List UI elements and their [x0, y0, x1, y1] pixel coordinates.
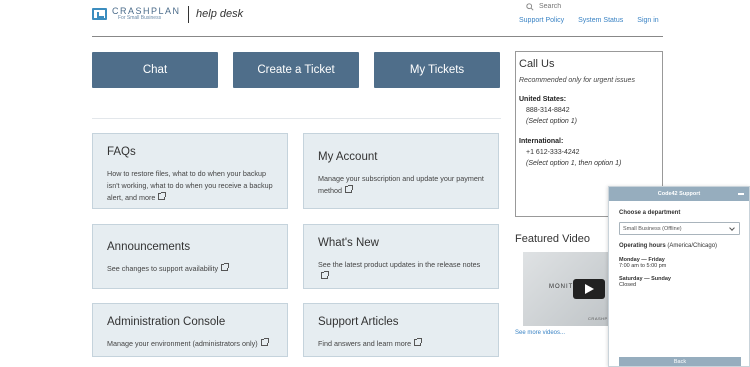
sign-in-link[interactable]: Sign in — [637, 17, 658, 24]
card-title: Administration Console — [107, 316, 226, 328]
see-more-videos-link[interactable]: See more videos... — [515, 330, 565, 336]
system-status-link[interactable]: System Status — [578, 17, 623, 24]
hours-label: Operating hours — [619, 243, 666, 249]
help-desk-label: help desk — [196, 8, 244, 20]
search-icon — [526, 2, 534, 11]
international-phone-number[interactable]: +1 612-333-4242 — [526, 147, 659, 158]
crashplan-logo[interactable]: CRASHPLAN For Small Business help desk — [92, 5, 243, 23]
department-label: Choose a department — [619, 210, 681, 216]
my-tickets-button[interactable]: My Tickets — [374, 52, 500, 88]
external-link-icon — [221, 263, 230, 271]
weekend-hours: Closed — [619, 282, 637, 288]
featured-video-title: Featured Video — [515, 233, 591, 245]
card-faqs[interactable]: FAQs How to restore files, what to do wh… — [92, 133, 288, 209]
support-chat-widget: Code42 Support Choose a department Small… — [608, 186, 750, 367]
search-box[interactable] — [516, 0, 662, 13]
play-icon[interactable] — [573, 279, 605, 299]
department-value: Small Business (Offline) — [623, 225, 682, 232]
external-link-icon — [414, 338, 423, 346]
crashplan-logo-icon — [92, 8, 107, 20]
minimize-icon[interactable] — [738, 193, 744, 195]
call-us-title: Call Us — [519, 58, 555, 70]
card-my-account[interactable]: My Account Manage your subscription and … — [303, 133, 499, 209]
external-link-icon — [344, 185, 353, 193]
widget-header[interactable]: Code42 Support — [609, 187, 749, 201]
external-link-icon — [260, 338, 269, 346]
header-links: Support Policy System Status Sign in — [519, 17, 659, 24]
card-description: See the latest product updates in the re… — [318, 260, 481, 269]
international-label: International: — [519, 138, 564, 145]
back-button[interactable]: Back — [619, 357, 741, 366]
card-whats-new[interactable]: What's New See the latest product update… — [303, 224, 499, 289]
logo-subtitle: For Small Business — [118, 15, 162, 21]
external-link-icon — [158, 192, 167, 200]
card-support-articles[interactable]: Support Articles Find answers and learn … — [303, 303, 499, 357]
support-policy-link[interactable]: Support Policy — [519, 17, 564, 24]
header-divider — [92, 36, 663, 37]
card-announcements[interactable]: Announcements See changes to support ava… — [92, 224, 288, 289]
international-option: (Select option 1, then option 1) — [526, 160, 622, 167]
card-title: My Account — [318, 151, 378, 163]
create-ticket-button[interactable]: Create a Ticket — [233, 52, 359, 88]
card-description: How to restore files, what to do when yo… — [107, 169, 273, 202]
card-description: Find answers and learn more — [318, 339, 412, 348]
chevron-down-icon — [729, 225, 735, 231]
search-input[interactable] — [539, 3, 649, 10]
card-title: Support Articles — [318, 316, 399, 328]
card-description: See changes to support availability — [107, 264, 219, 273]
card-title: What's New — [318, 237, 379, 249]
us-option: (Select option 1) — [526, 118, 577, 125]
card-administration-console[interactable]: Administration Console Manage your envir… — [92, 303, 288, 357]
call-us-note: Recommended only for urgent issues — [519, 77, 635, 84]
weekday-hours: 7:00 am to 5:00 pm — [619, 263, 667, 269]
section-divider — [92, 118, 501, 119]
hours-timezone: (America/Chicago) — [667, 243, 718, 249]
card-title: FAQs — [107, 146, 136, 158]
external-link-icon — [321, 271, 329, 279]
department-select[interactable]: Small Business (Offline) — [619, 222, 740, 235]
card-description: Manage your environment (administrators … — [107, 339, 258, 348]
card-description: Manage your subscription and update your… — [318, 174, 484, 195]
us-phone-number[interactable]: 888-314-8842 — [526, 105, 659, 116]
logo-divider — [187, 5, 190, 23]
us-label: United States: — [519, 96, 567, 103]
card-title: Announcements — [107, 241, 191, 253]
chat-button[interactable]: Chat — [92, 52, 218, 88]
widget-title: Code42 Support — [657, 191, 701, 197]
